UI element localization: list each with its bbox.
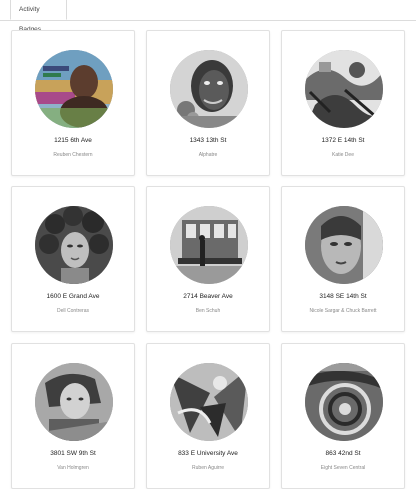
badge-image: [305, 206, 383, 284]
badge-image: [35, 206, 113, 284]
badge-image: [170, 363, 248, 441]
badge-card[interactable]: 1600 E Grand Ave Dell Contreras: [11, 186, 135, 332]
badge-artist: Ben Schuh: [195, 308, 221, 314]
badge-address: 1215 6th Ave: [54, 137, 92, 144]
badge-image: [35, 50, 113, 128]
badge-image: [305, 363, 383, 441]
badge-address: 863 42nd St: [325, 450, 361, 457]
badge-card[interactable]: 833 E University Ave Ruben Aguirre: [146, 343, 270, 489]
badge-artist: Nicole Sargar & Chuck Barrett: [309, 308, 377, 314]
badge-image: [35, 363, 113, 441]
tab-activity-badges[interactable]: Activity Badges: [10, 0, 67, 33]
badge-address: 2714 Beaver Ave: [183, 293, 233, 300]
badge-image: [170, 50, 248, 128]
badge-card[interactable]: 1215 6th Ave Reuben Chestern: [11, 30, 135, 176]
badge-card[interactable]: 863 42nd St Eight Seven Central: [281, 343, 405, 489]
badge-address: 3148 SE 14th St: [319, 293, 367, 300]
badge-card[interactable]: 1343 13th St Alphatre: [146, 30, 270, 176]
badge-address: 1600 E Grand Ave: [46, 293, 100, 300]
badge-artist: Eight Seven Central: [320, 465, 366, 471]
tab-bar: Activity Badges: [0, 0, 416, 33]
badge-card[interactable]: 3148 SE 14th St Nicole Sargar & Chuck Ba…: [281, 186, 405, 332]
badge-address: 3801 SW 9th St: [50, 450, 96, 457]
badge-artist: Dell Contreras: [57, 308, 89, 314]
badge-image: [170, 206, 248, 284]
badge-artist: Ruben Aguirre: [192, 465, 224, 471]
badge-card[interactable]: 2714 Beaver Ave Ben Schuh: [146, 186, 270, 332]
badge-artist: Katie Dee: [332, 152, 354, 158]
badge-card[interactable]: 1372 E 14th St Katie Dee: [281, 30, 405, 176]
badge-address: 1343 13th St: [189, 137, 227, 144]
badge-address: 833 E University Ave: [178, 450, 238, 457]
badge-card[interactable]: 3801 SW 9th St Van Holmgren: [11, 343, 135, 489]
badge-artist: Van Holmgren: [57, 465, 89, 471]
badge-artist: Reuben Chestern: [53, 152, 93, 158]
badge-image: [305, 50, 383, 128]
badge-artist: Alphatre: [198, 152, 218, 158]
badge-address: 1372 E 14th St: [321, 137, 365, 144]
